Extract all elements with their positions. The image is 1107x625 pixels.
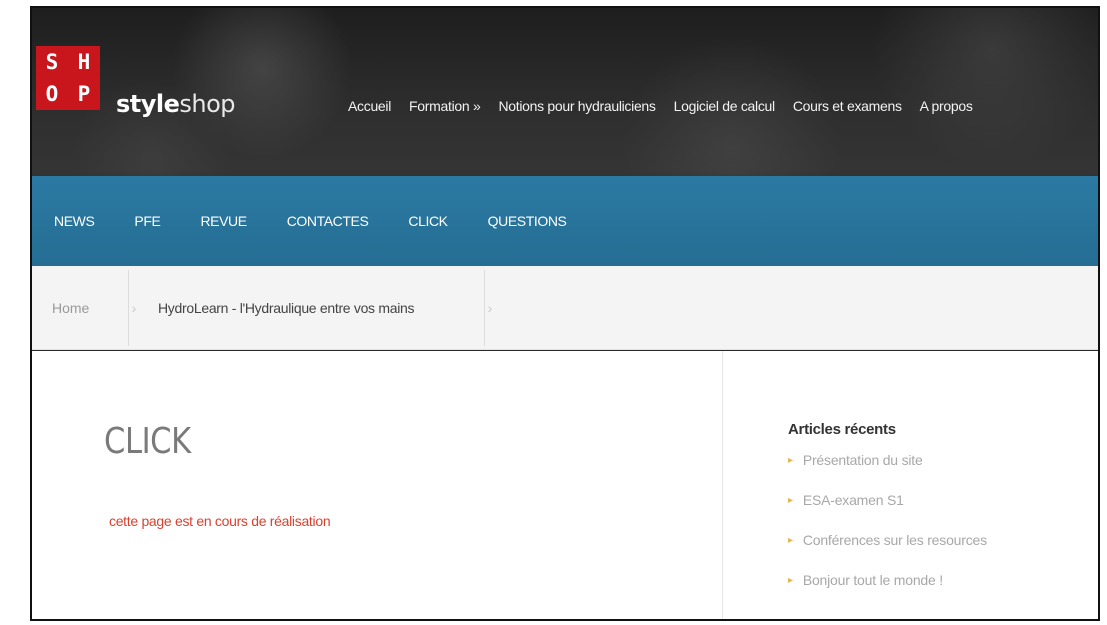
logo-letter: O [45,82,59,106]
recent-articles-widget: Articles récents ▸ Présentation du site … [788,421,987,612]
breadcrumb-home[interactable]: Home [52,266,89,350]
secondary-nav: NEWS PFE REVUE CONTACTES CLICK QUESTIONS [54,213,607,229]
list-item: ▸ Conférences sur les resources [788,532,987,572]
sub-nav-questions[interactable]: QUESTIONS [488,213,567,229]
bullet-arrow-icon: ▸ [788,495,793,506]
secondary-nav-bar: NEWS PFE REVUE CONTACTES CLICK QUESTIONS [32,176,1098,266]
page-title: CLICK [104,421,191,462]
list-item: ▸ ESA-examen S1 [788,492,987,532]
recent-article-link[interactable]: ESA-examen S1 [803,492,904,508]
sub-nav-click[interactable]: CLICK [408,213,448,229]
sub-nav-revue[interactable]: REVUE [200,213,247,229]
main-nav: Accueil Formation » Notions pour hydraul… [348,98,991,114]
brand-name-light: shop [179,90,236,118]
chevron-right-icon: › [484,266,496,350]
sub-nav-contactes[interactable]: CONTACTES [287,213,369,229]
recent-article-link[interactable]: Conférences sur les resources [803,532,987,548]
bullet-arrow-icon: ▸ [788,455,793,466]
list-item: ▸ Bonjour tout le monde ! [788,572,987,612]
main-nav-apropos[interactable]: A propos [920,98,973,114]
main-nav-notions[interactable]: Notions pour hydrauliciens [498,98,655,114]
widget-heading: Articles récents [788,421,896,438]
main-nav-logiciel[interactable]: Logiciel de calcul [674,98,776,114]
main-nav-formation[interactable]: Formation » [409,98,481,114]
recent-articles-list: ▸ Présentation du site ▸ ESA-examen S1 ▸… [788,452,987,612]
browser-frame: S H O P styleshop Accueil Formation » No… [30,6,1100,621]
column-divider [722,351,723,619]
shop-logo[interactable]: S H O P [36,46,100,110]
recent-article-link[interactable]: Bonjour tout le monde ! [803,572,943,588]
sub-nav-news[interactable]: NEWS [54,213,95,229]
main-nav-cours[interactable]: Cours et examens [793,98,902,114]
sub-nav-pfe[interactable]: PFE [134,213,160,229]
chevron-right-icon: › [128,266,140,350]
bullet-arrow-icon: ▸ [788,575,793,586]
logo-letter: H [77,50,91,74]
recent-article-link[interactable]: Présentation du site [803,452,923,468]
brand-name-bold: style [116,90,180,118]
page-status-note: cette page est en cours de réalisation [109,513,331,529]
brand-name[interactable]: styleshop [116,90,236,118]
site-header: S H O P styleshop Accueil Formation » No… [32,8,1098,178]
main-content: CLICK cette page est en cours de réalisa… [32,351,1098,619]
logo-letter: S [45,50,59,74]
bullet-arrow-icon: ▸ [788,535,793,546]
logo-letter: P [77,82,91,106]
main-nav-accueil[interactable]: Accueil [348,98,391,114]
breadcrumb-current: HydroLearn - l'Hydraulique entre vos mai… [158,300,415,316]
list-item: ▸ Présentation du site [788,452,987,492]
breadcrumb: Home › HydroLearn - l'Hydraulique entre … [32,266,1098,350]
